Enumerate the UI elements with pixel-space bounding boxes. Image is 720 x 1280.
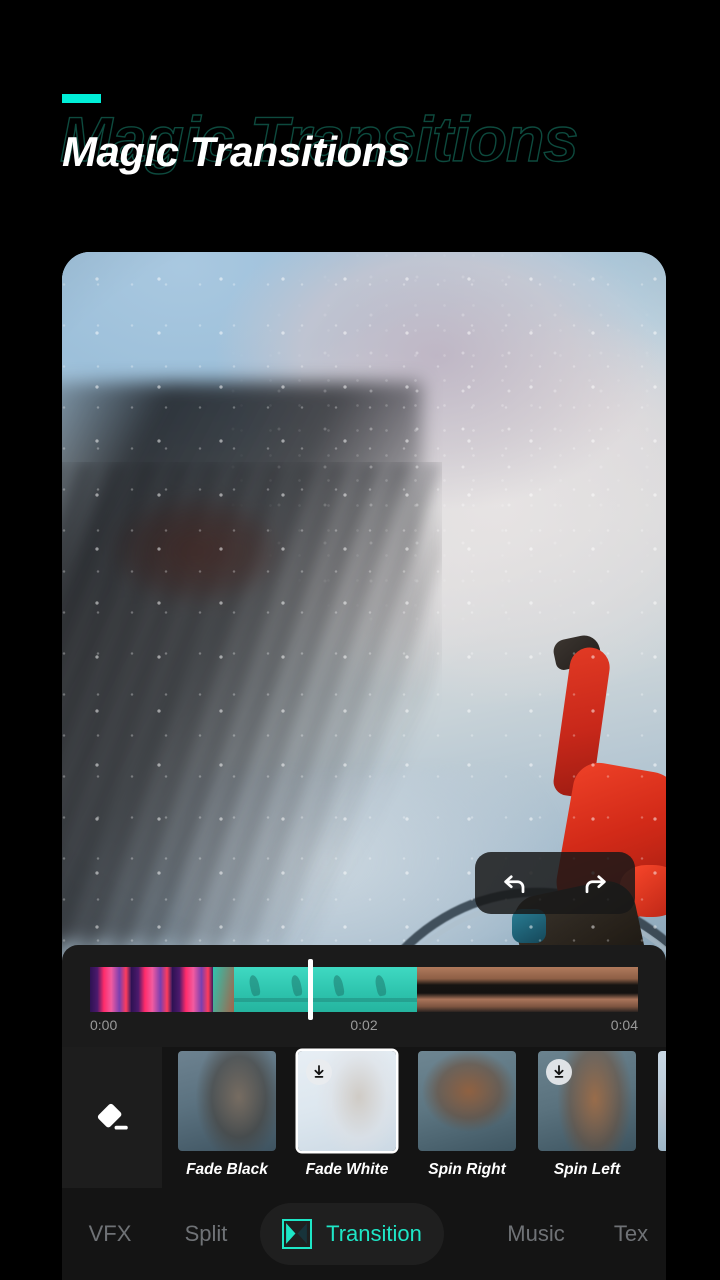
transition-preset[interactable]: Fade White [292,1047,402,1188]
timeline-frame [417,967,460,1012]
tab-split[interactable]: Split [158,1188,254,1280]
time-mid: 0:02 [350,1017,378,1033]
transition-preset[interactable]: Spin Right [412,1047,522,1188]
timeline-frame [627,967,638,1012]
transition-preset[interactable]: Spin Left [532,1047,642,1188]
timeline-frame [459,967,502,1012]
page-title: Magic Transitions [62,128,410,175]
timeline-frame [317,967,360,1012]
time-start: 0:00 [90,1017,118,1033]
transition-thumbnail [538,1051,636,1151]
undo-arrow-icon [504,875,525,894]
transition-preset[interactable]: Fade Black [172,1047,282,1188]
tab-text[interactable]: Tex [596,1188,666,1280]
timeline-frame [501,967,544,1012]
transition-icon [282,1219,313,1249]
transition-thumbnail [298,1051,396,1151]
timeline-frame [401,967,418,1012]
timeline-ruler: 0:00 0:02 0:04 [90,1017,638,1033]
redo-arrow-icon [585,875,606,894]
timeline-clip[interactable] [233,967,418,1012]
tab-transition[interactable]: Transition [260,1203,444,1265]
tab-music[interactable]: Music [476,1188,596,1280]
transition-label: Spin Left [553,1161,621,1178]
header: Magic Transitions Magic Transitions [0,0,720,240]
timeline-frame [90,967,131,1012]
app-root: Magic Transitions Magic Transitions 0:00… [0,0,720,1280]
transition-thumbnail [178,1051,276,1151]
timeline-frame [233,967,276,1012]
timeline-panel: 0:00 0:02 0:04 [62,945,666,1047]
download-icon[interactable] [306,1059,332,1085]
timeline-clip[interactable] [90,967,234,1012]
download-icon[interactable] [546,1059,572,1085]
transition-thumbnail [418,1051,516,1151]
timeline-clip[interactable] [417,967,638,1012]
transition-items: Fade Black Fade White Spin Right Spin Left [162,1047,666,1188]
tab-transition-label: Transition [326,1221,422,1246]
transition-thumbnail [658,1051,666,1151]
timeline-frame [172,967,213,1012]
undo-redo-toolbar [475,852,635,914]
timeline-frame [585,967,628,1012]
transition-preset[interactable] [652,1047,666,1188]
transition-label: Fade Black [186,1161,268,1178]
bottom-tabbar: VFX Split Transition Music Tex [62,1188,666,1280]
transition-label: Fade White [305,1161,389,1178]
transition-presets-strip[interactable]: Fade Black Fade White Spin Right Spin Left [62,1047,666,1188]
undo-button[interactable] [491,859,539,907]
timeline-frame [359,967,402,1012]
accent-bar [62,94,101,103]
timeline-playhead[interactable] [308,959,313,1020]
eraser-icon [97,1103,128,1130]
timeline-frame [543,967,586,1012]
tab-vfx[interactable]: VFX [62,1188,158,1280]
timeline-frame [213,967,234,1012]
transition-none-button[interactable] [62,1047,162,1188]
transition-label: Spin Right [428,1161,506,1178]
redo-button[interactable] [571,859,619,907]
timeline-track[interactable] [90,967,638,1012]
time-end: 0:04 [610,1017,638,1033]
timeline-frame [131,967,172,1012]
